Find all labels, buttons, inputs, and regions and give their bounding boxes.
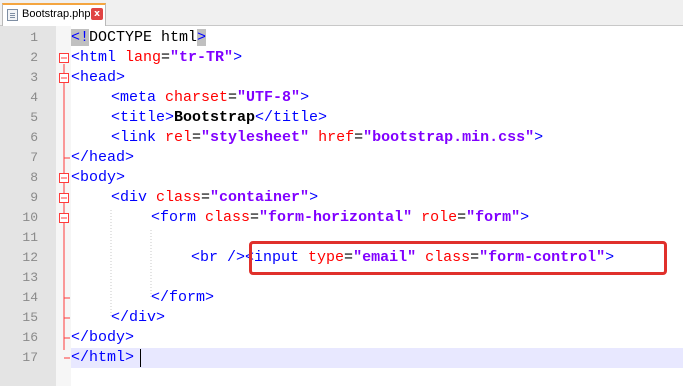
- tag-open: <div: [111, 189, 148, 206]
- code-line-10: <form class="form-horizontal" role="form…: [151, 208, 529, 228]
- code-line-1: <!DOCTYPE html>: [71, 28, 207, 48]
- tag-close: >: [233, 49, 243, 66]
- tag: <body>: [71, 169, 126, 186]
- tag: <head>: [71, 69, 126, 86]
- tag-close: </title>: [255, 109, 328, 126]
- tag: </html>: [71, 349, 135, 366]
- tag-close: >: [520, 209, 530, 226]
- tag-open: <form: [151, 209, 197, 226]
- equals: =: [161, 49, 171, 66]
- attr-value: "form": [466, 209, 521, 226]
- equals: =: [228, 89, 238, 106]
- tag-close: >: [534, 129, 544, 146]
- line-number: 10: [22, 210, 38, 225]
- line-number: 14: [22, 290, 38, 305]
- attr-name: class: [196, 209, 251, 226]
- equals: =: [201, 189, 211, 206]
- doctype-text: DOCTYPE html: [89, 29, 198, 46]
- attr-name: rel: [156, 129, 193, 146]
- tag: </body>: [71, 329, 135, 346]
- line-number: 12: [22, 250, 38, 265]
- line-number: 3: [30, 70, 38, 85]
- tag: </head>: [71, 149, 135, 166]
- attr-name: role: [412, 209, 458, 226]
- code-line-7: </head>: [71, 148, 134, 168]
- tag-open: <link: [111, 129, 157, 146]
- code-line-16: </body>: [71, 328, 134, 348]
- line-number: 7: [30, 150, 38, 165]
- code-line-8: <body>: [71, 168, 125, 188]
- attr-name: charset: [156, 89, 229, 106]
- text-caret: [140, 349, 141, 367]
- attr-name: class: [147, 189, 202, 206]
- line-number: 17: [22, 350, 38, 365]
- code-line-15: </div>: [111, 308, 165, 328]
- line-number: 15: [22, 310, 38, 325]
- line-number: 2: [30, 50, 38, 65]
- tag-close: >: [300, 89, 310, 106]
- attr-value: "UTF-8": [237, 89, 301, 106]
- code-line-14: </form>: [151, 288, 214, 308]
- line-number: 11: [22, 230, 38, 245]
- fold-margin: [56, 26, 71, 386]
- code-line-5: <title>Bootstrap</title>: [111, 108, 327, 128]
- tag-open: <title>: [111, 109, 175, 126]
- tag-close: >: [309, 189, 319, 206]
- tag-open: <html: [71, 49, 117, 66]
- doctype-close: >: [197, 29, 207, 46]
- tag: </form>: [151, 289, 215, 306]
- code-line-17: </html>: [71, 348, 134, 368]
- doctype-open: <!: [71, 29, 90, 46]
- attr-value: "stylesheet": [201, 129, 310, 146]
- line-number: 13: [22, 270, 38, 285]
- line-number: 9: [30, 190, 38, 205]
- equals: =: [192, 129, 202, 146]
- line-number: 6: [30, 130, 38, 145]
- tag-open: <meta: [111, 89, 157, 106]
- highlight-callout-box: [249, 241, 667, 275]
- code-line-3: <head>: [71, 68, 125, 88]
- code-line-2: <html lang="tr-TR">: [71, 48, 242, 68]
- attr-name: href: [309, 129, 355, 146]
- line-number: 8: [30, 170, 38, 185]
- tab-bar: Bootstrap.php x: [0, 0, 683, 26]
- code-line-9: <div class="container">: [111, 188, 318, 208]
- line-number: 16: [22, 330, 38, 345]
- br-tag: <br />: [191, 249, 246, 266]
- line-number: 5: [30, 110, 38, 125]
- tab-label: Bootstrap.php: [22, 8, 91, 20]
- code-line-4: <meta charset="UTF-8">: [111, 88, 309, 108]
- code-line-6: <link rel="stylesheet" href="bootstrap.m…: [111, 128, 543, 148]
- attr-value: "form-horizontal": [259, 209, 413, 226]
- file-icon: [7, 9, 18, 21]
- line-number: 1: [30, 30, 38, 45]
- title-text: Bootstrap: [174, 109, 256, 126]
- current-line-highlight: [71, 348, 683, 368]
- equals: =: [354, 129, 364, 146]
- tag: </div>: [111, 309, 166, 326]
- attr-value: "bootstrap.min.css": [363, 129, 535, 146]
- tab-bootstrap-php[interactable]: Bootstrap.php x: [2, 3, 106, 26]
- line-number: 4: [30, 90, 38, 105]
- close-icon[interactable]: x: [91, 8, 103, 20]
- attr-value: "tr-TR": [170, 49, 234, 66]
- attr-name: lang: [116, 49, 162, 66]
- attr-value: "container": [210, 189, 310, 206]
- equals: =: [457, 209, 467, 226]
- equals: =: [250, 209, 260, 226]
